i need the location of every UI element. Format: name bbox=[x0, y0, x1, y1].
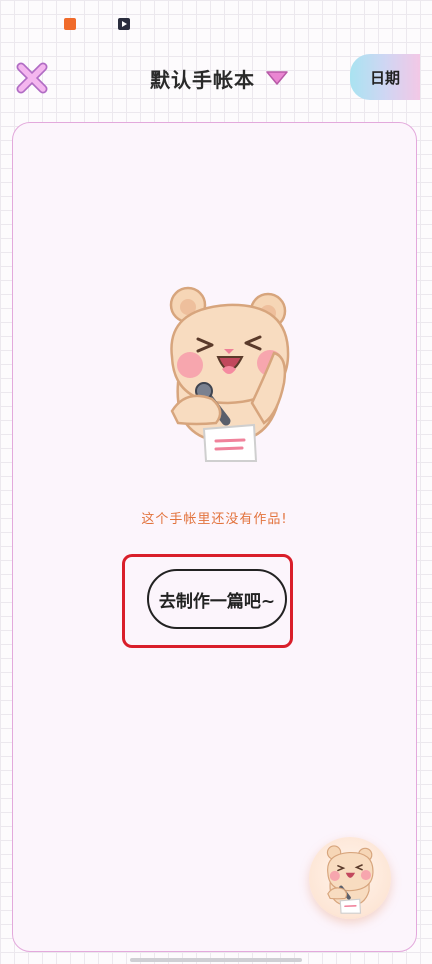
video-app-icon bbox=[118, 18, 130, 30]
hamster-mascot-illustration bbox=[169, 286, 290, 462]
home-indicator bbox=[130, 958, 302, 962]
status-bar bbox=[0, 0, 432, 48]
mascot-floating-button[interactable] bbox=[309, 837, 391, 919]
create-entry-button[interactable]: 去制作一篇吧~ bbox=[147, 569, 287, 629]
notebook-card: 这个手帐里还没有作品! 去制作一篇吧~ bbox=[12, 122, 417, 952]
hamster-mascot-icon bbox=[326, 845, 374, 914]
notebook-selector[interactable]: 默认手帐本 bbox=[150, 62, 289, 94]
triangle-down-icon bbox=[266, 71, 288, 85]
header: 默认手帐本 日期 bbox=[0, 48, 432, 108]
close-button[interactable] bbox=[14, 60, 50, 96]
date-button[interactable]: 日期 bbox=[350, 54, 420, 100]
page-title: 默认手帐本 bbox=[150, 67, 255, 92]
app-notification-icon bbox=[64, 18, 76, 30]
empty-state-message: 这个手帐里还没有作品! bbox=[141, 512, 288, 527]
close-x-icon bbox=[16, 62, 48, 94]
